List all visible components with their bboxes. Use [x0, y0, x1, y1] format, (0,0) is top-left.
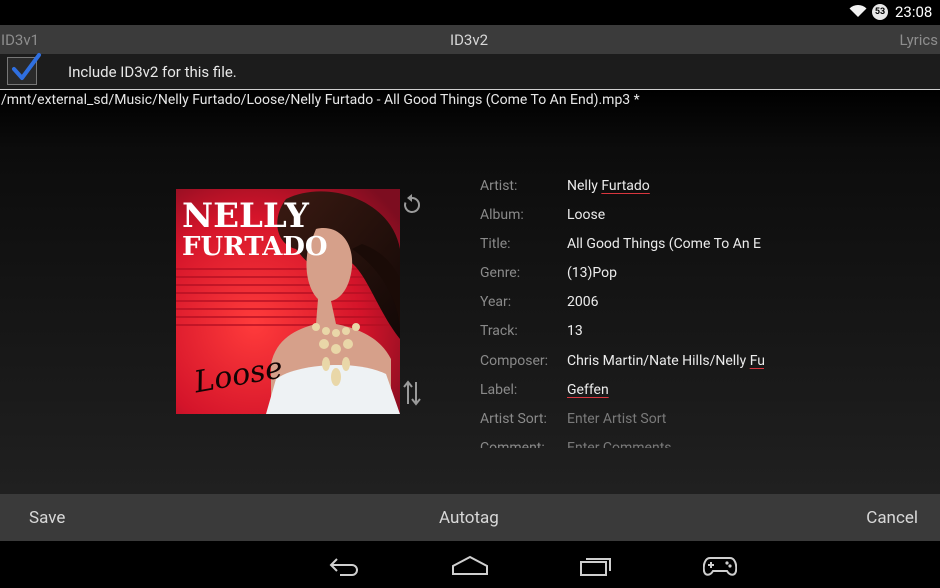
field-label: Artist Sort: — [480, 411, 547, 427]
field-artist-sort: Artist Sort: Enter Artist Sort — [480, 408, 770, 430]
field-label: Album: — [480, 207, 524, 223]
field-album: Album: Loose — [480, 204, 770, 226]
year-input[interactable]: 2006 — [567, 294, 764, 310]
include-label: Include ID3v2 for this file. — [68, 63, 237, 81]
tab-id3v2[interactable]: ID3v2 — [450, 31, 488, 49]
wifi-icon — [849, 4, 867, 17]
field-label: Composer: — [480, 353, 549, 369]
back-icon[interactable] — [328, 555, 362, 577]
checkmark-icon — [12, 53, 41, 80]
field-label: Title: — [480, 236, 511, 252]
action-bar: Save Autotag Cancel — [0, 494, 940, 541]
field-label: Year: — [480, 294, 512, 310]
field-label: Track: — [480, 323, 518, 339]
album-input[interactable]: Loose — [567, 207, 764, 223]
title-input[interactable]: All Good Things (Come To An E — [567, 236, 764, 252]
tab-lyrics[interactable]: Lyrics — [899, 31, 938, 49]
status-bar: 53 23:08 — [0, 0, 940, 25]
clock: 23:08 — [895, 3, 933, 21]
artist-input[interactable]: Nelly Furtado — [567, 178, 764, 194]
save-button[interactable]: Save — [29, 508, 65, 528]
composer-input[interactable]: Chris Martin/Nate Hills/Nelly Fu — [567, 353, 764, 369]
field-label: Artist: — [480, 178, 518, 194]
field-artist: Artist: Nelly Furtado — [480, 175, 770, 197]
include-id3v2-checkbox[interactable] — [7, 53, 41, 85]
field-comment: Comment: Enter Comments — [480, 437, 770, 448]
battery-icon: 53 — [872, 4, 888, 20]
field-track: Track: 13 — [480, 320, 770, 342]
track-input[interactable]: 13 — [567, 323, 764, 339]
comment-input[interactable]: Enter Comments — [567, 440, 764, 448]
swap-icon[interactable] — [402, 380, 422, 406]
album-art[interactable]: NELLY FURTADO Loose — [176, 189, 400, 414]
cancel-button[interactable]: Cancel — [866, 508, 918, 528]
rotate-icon[interactable] — [402, 193, 422, 215]
file-path: /mnt/external_sd/Music/Nelly Furtado/Loo… — [1, 92, 640, 108]
include-row: Include ID3v2 for this file. — [0, 53, 940, 90]
system-nav-bar — [0, 541, 940, 588]
genre-input[interactable]: (13)Pop — [567, 265, 764, 281]
field-title: Title: All Good Things (Come To An E — [480, 233, 770, 255]
autotag-button[interactable]: Autotag — [439, 508, 499, 528]
album-cover-image: NELLY FURTADO Loose — [176, 189, 400, 414]
field-year: Year: 2006 — [480, 291, 770, 313]
field-composer: Composer: Chris Martin/Nate Hills/Nelly … — [480, 350, 770, 372]
gamepad-icon[interactable] — [703, 555, 737, 577]
field-label: Genre: — [480, 265, 521, 281]
artist-sort-input[interactable]: Enter Artist Sort — [567, 411, 764, 427]
field-label-name: Label: Geffen — [480, 379, 770, 401]
home-icon[interactable] — [451, 555, 489, 577]
recents-icon[interactable] — [579, 555, 613, 577]
field-label: Comment: — [480, 440, 545, 448]
album-art-artist-line2: FURTADO — [182, 232, 328, 262]
label-input[interactable]: Geffen — [567, 382, 764, 398]
tag-editor: /mnt/external_sd/Music/Nelly Furtado/Loo… — [0, 90, 940, 494]
album-art-artist-line1: NELLY — [182, 196, 310, 236]
tag-fields: Artist: Nelly Furtado Album: Loose Title… — [480, 175, 770, 448]
tab-id3v1[interactable]: ID3v1 — [1, 31, 39, 49]
field-label: Label: — [480, 382, 518, 398]
tab-bar: ID3v1 ID3v2 Lyrics — [0, 25, 940, 55]
field-genre: Genre: (13)Pop — [480, 262, 770, 284]
